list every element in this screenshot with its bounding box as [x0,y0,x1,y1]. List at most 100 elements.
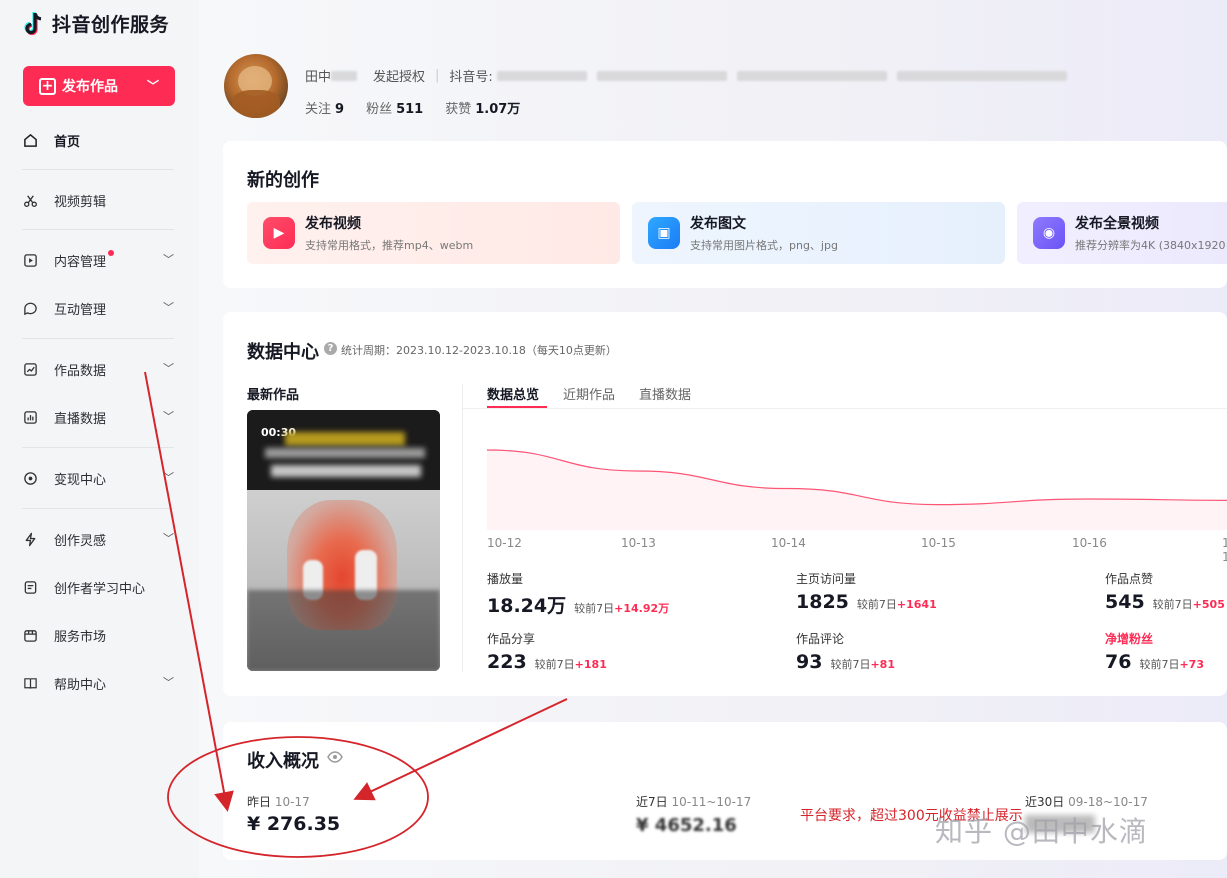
redacted-text [496,70,587,81]
sidebar-item-label: 创作灵感 [54,533,107,549]
eye-icon[interactable] [327,751,343,763]
divider [462,384,463,672]
metric-shares[interactable]: 作品分享 223 较前7日+181 [487,630,607,673]
metric-value: 545 [1105,591,1145,613]
sidebar: 抖音创作服务 + 发布作品 ﹀ 首页 视频剪辑 内容管理 ﹀ 互动管理 ﹀ 作品… [0,0,199,878]
book-icon [22,675,38,691]
metric-label: 作品评论 [796,632,845,646]
metric-plays[interactable]: 播放量 18.24万 较前7日+14.92万 [487,570,669,618]
metric-delta: +1641 [896,598,937,611]
publish-image-card[interactable]: ▣ 发布图文 支持常用图片格式，png、jpg [632,202,1005,264]
chevron-down-icon[interactable]: ﹀ [163,674,174,690]
sidebar-item-works-data[interactable]: 作品数据 ﹀ [22,356,178,382]
metric-value: 1825 [796,591,849,613]
card-title: 发布图文 [690,216,746,232]
income-period-label: 近7日 [636,795,668,809]
card-title: 发布视频 [305,216,361,232]
tab-live-data[interactable]: 直播数据 [639,384,691,403]
metric-compare: 较前7日 [856,598,897,611]
latest-work-label: 最新作品 [247,388,300,403]
following-count: 9 [335,102,345,117]
publish-panorama-card[interactable]: ◉ 发布全景视频 推荐分辨率为4K (3840x1920 [1017,202,1227,264]
avatar[interactable] [224,54,288,118]
doc-icon [22,579,38,595]
line-chart-icon [22,361,38,377]
divider [463,408,1227,409]
sidebar-item-live-data[interactable]: 直播数据 ﹀ [22,404,178,430]
sidebar-item-label: 帮助中心 [54,677,107,693]
notification-dot [108,250,115,256]
metric-likes[interactable]: 作品点赞 545 较前7日+505 [1105,570,1227,613]
sidebar-item-content[interactable]: 内容管理 ﹀ [22,247,178,273]
latest-work-thumbnail[interactable]: 00:30 [247,410,440,671]
app-logo[interactable]: 抖音创作服务 [22,10,169,37]
sidebar-item-monetize[interactable]: 变现中心 ﹀ [22,465,178,491]
profile-name: 田中 [305,70,332,85]
card-subtitle: 支持常用格式，推荐mp4、webm [305,239,474,252]
sidebar-item-label: 服务市场 [54,629,107,645]
sidebar-item-label: 作品数据 [54,363,107,379]
income-period-date: 10-11~10-17 [671,795,752,809]
metric-net-fans[interactable]: 净增粉丝 76 较前7日+73 [1105,630,1227,673]
fans-stat[interactable]: 粉丝 511 [366,98,423,117]
income-period-label: 近30日 [1025,795,1065,809]
divider [22,338,174,339]
sidebar-item-market[interactable]: 服务市场 [22,622,178,648]
authorize-link[interactable]: 发起授权 [373,66,425,85]
metric-compare: 较前7日 [1152,598,1193,611]
sidebar-item-label: 直播数据 [54,411,107,427]
publish-label: 发布作品 [62,79,118,95]
chevron-down-icon[interactable]: ﹀ [163,469,174,485]
metric-value: 93 [796,651,823,673]
redacted-text [896,70,1067,81]
income-yesterday-label-row: 昨日 10-17 [247,793,310,810]
metric-comments[interactable]: 作品评论 93 较前7日+81 [796,630,895,673]
metric-delta: +505 [1192,598,1225,611]
sidebar-item-inspiration[interactable]: 创作灵感 ﹀ [22,526,178,552]
sidebar-item-help[interactable]: 帮助中心 ﹀ [22,670,178,696]
play-icon: ▶ [263,217,295,249]
x-tick-label: 10-16 [1072,536,1107,550]
sidebar-item-learning[interactable]: 创作者学习中心 [22,574,178,600]
sidebar-item-home[interactable]: 首页 [22,127,178,153]
metric-value: 76 [1105,651,1132,673]
sidebar-item-interaction[interactable]: 互动管理 ﹀ [22,295,178,321]
chevron-down-icon[interactable]: ﹀ [163,408,174,424]
app-title: 抖音创作服务 [52,14,170,36]
chevron-down-icon[interactable]: ﹀ [163,360,174,376]
income-month-label-row: 近30日 09-18~10-17 [1025,793,1148,810]
card-title: 发布全景视频 [1075,216,1159,232]
create-title: 新的创作 [247,170,319,191]
metric-label: 主页访问量 [796,572,857,586]
metric-label: 净增粉丝 [1105,630,1227,647]
help-icon[interactable]: ? [324,342,337,355]
tab-overview[interactable]: 数据总览 [487,384,539,403]
blurred-caption [285,432,405,446]
divider [22,169,174,170]
chat-icon [22,300,38,316]
metric-delta: +81 [870,658,895,671]
chevron-down-icon[interactable]: ﹀ [163,251,174,267]
coin-icon [22,470,38,486]
tab-recent-works[interactable]: 近期作品 [563,384,615,403]
chevron-down-icon[interactable]: ﹀ [163,530,174,546]
following-label: 关注 [305,102,332,117]
x-tick-label: 10-17 [1222,536,1227,564]
metric-profile-visits[interactable]: 主页访问量 1825 较前7日+1641 [796,570,937,613]
x-tick-label: 10-13 [621,536,656,550]
play-box-icon [22,252,38,268]
metric-delta: +181 [574,658,607,671]
chevron-down-icon[interactable]: ﹀ [163,299,174,315]
metric-label: 作品分享 [487,632,536,646]
metric-delta: +73 [1179,658,1204,671]
divider [22,447,174,448]
sidebar-item-video-edit[interactable]: 视频剪辑 [22,187,178,213]
following-stat[interactable]: 关注 9 [305,98,344,117]
sidebar-item-label: 首页 [54,134,81,150]
sidebar-item-label: 创作者学习中心 [54,581,146,597]
metric-label: 作品点赞 [1105,572,1154,586]
chevron-down-icon[interactable]: ﹀ [147,77,159,94]
publish-button[interactable]: + 发布作品 ﹀ [23,66,175,106]
publish-video-card[interactable]: ▶ 发布视频支持常用格式，推荐mp4、webm [247,202,620,264]
x-tick-label: 10-15 [921,536,956,550]
